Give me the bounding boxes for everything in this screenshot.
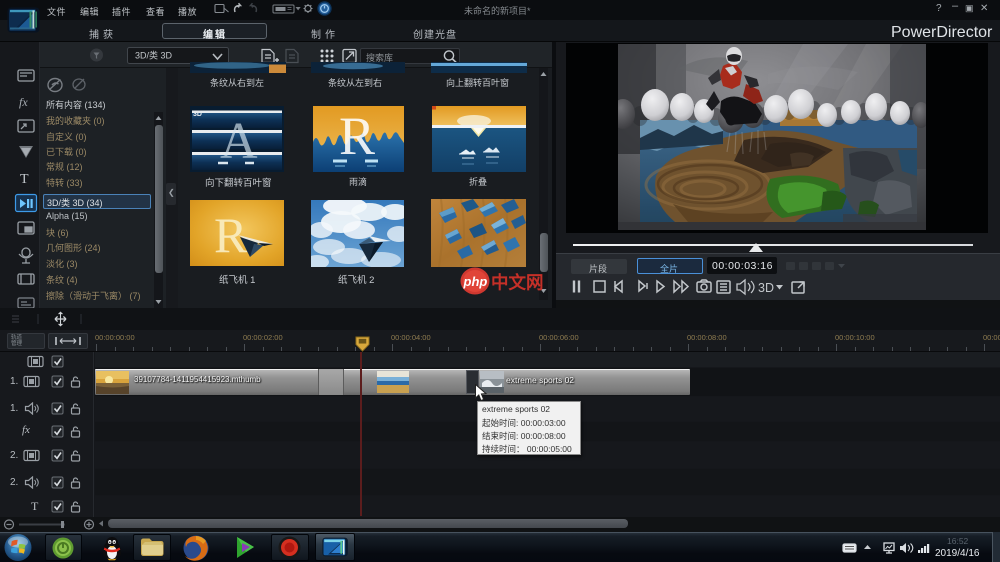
svg-text:fx: fx	[19, 95, 28, 109]
svg-text:php: php	[463, 274, 488, 289]
svg-text:中文网: 中文网	[491, 273, 544, 293]
svg-text:R: R	[339, 106, 375, 166]
svg-text:3D: 3D	[193, 111, 202, 118]
svg-text:T: T	[20, 172, 29, 187]
svg-text:R: R	[214, 207, 248, 263]
svg-text:A: A	[220, 113, 258, 170]
svg-text:3D/类 3D: 3D/类 3D	[135, 50, 173, 61]
svg-text:3D: 3D	[758, 281, 774, 295]
